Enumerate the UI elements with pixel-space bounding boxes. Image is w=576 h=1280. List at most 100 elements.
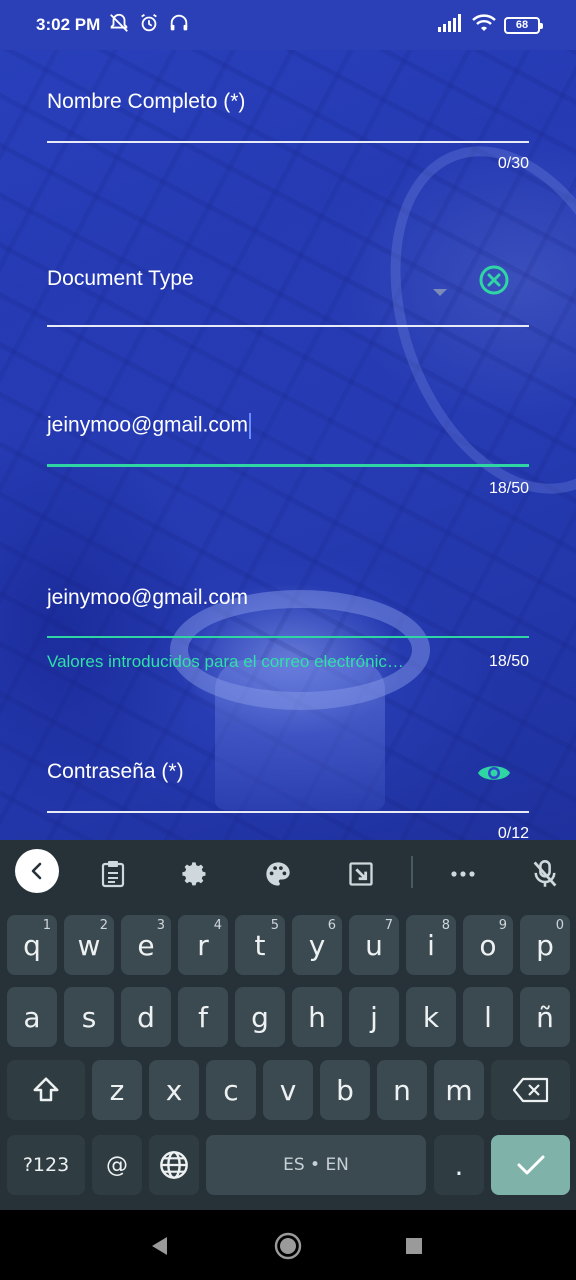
- key-i[interactable]: i8: [406, 915, 456, 975]
- key-hint: 2: [99, 918, 108, 933]
- key-c[interactable]: c: [206, 1060, 256, 1120]
- confirm-email-underline: [47, 636, 529, 638]
- key-d[interactable]: d: [121, 987, 171, 1047]
- key-hint: 3: [156, 918, 165, 933]
- at-key[interactable]: @: [92, 1135, 142, 1195]
- key-label: y: [308, 928, 326, 962]
- shift-arrow-icon: [33, 1077, 59, 1102]
- key-z[interactable]: z: [92, 1060, 142, 1120]
- key-p[interactable]: p0: [520, 915, 570, 975]
- key-x[interactable]: x: [149, 1060, 199, 1120]
- headset-icon: [168, 12, 190, 39]
- key-j[interactable]: j: [349, 987, 399, 1047]
- email-underline-focused: [47, 464, 529, 467]
- clipboard-icon[interactable]: [93, 854, 133, 894]
- resize-icon[interactable]: [341, 854, 381, 894]
- checkmark-icon: [517, 1155, 544, 1175]
- key-u[interactable]: u7: [349, 915, 399, 975]
- enter-key[interactable]: [491, 1135, 570, 1195]
- key-label: e: [137, 928, 155, 962]
- key-s[interactable]: s: [64, 987, 114, 1047]
- key-hint: 0: [555, 918, 564, 933]
- key-r[interactable]: r4: [178, 915, 228, 975]
- key-e[interactable]: e3: [121, 915, 171, 975]
- email-field[interactable]: jeinymoo@gmail.com 18/50: [47, 405, 529, 505]
- key-l[interactable]: l: [463, 987, 513, 1047]
- key-k[interactable]: k: [406, 987, 456, 1047]
- battery-icon: 68: [504, 16, 543, 34]
- soft-keyboard: q1 w2 e3 r4 t5 y6 u7 i8 o9 p0 a s d f g …: [0, 840, 576, 1210]
- password-field[interactable]: Contraseña (*) 0/12: [47, 750, 529, 842]
- full-name-counter: 0/30: [497, 155, 529, 172]
- space-key[interactable]: ES • EN: [206, 1135, 426, 1195]
- key-n-tilde[interactable]: ñ: [520, 987, 570, 1047]
- confirm-email-counter: 18/50: [488, 653, 529, 670]
- eye-icon[interactable]: [475, 756, 513, 790]
- full-name-placeholder: Nombre Completo (*): [47, 90, 246, 113]
- confirm-email-helper: Valores introducidos para el correo elec…: [47, 652, 404, 671]
- full-name-underline: [47, 141, 529, 143]
- key-hint: 6: [327, 918, 336, 933]
- period-key[interactable]: .: [434, 1135, 484, 1195]
- mic-off-icon[interactable]: [525, 854, 565, 894]
- key-hint: 9: [498, 918, 507, 933]
- document-type-select[interactable]: Document Type: [47, 255, 529, 335]
- key-hint: 5: [270, 918, 279, 933]
- status-right: 68: [438, 13, 543, 38]
- shift-key[interactable]: [7, 1060, 85, 1120]
- key-o[interactable]: o9: [463, 915, 513, 975]
- key-g[interactable]: g: [235, 987, 285, 1047]
- silent-notifications-icon: [108, 12, 130, 39]
- key-hint: 1: [42, 918, 51, 933]
- settings-icon[interactable]: [175, 854, 215, 894]
- key-label: w: [77, 928, 101, 962]
- key-n[interactable]: n: [377, 1060, 427, 1120]
- key-t[interactable]: t5: [235, 915, 285, 975]
- key-hint: 4: [213, 918, 222, 933]
- back-triangle-icon[interactable]: [143, 1230, 175, 1262]
- key-a[interactable]: a: [7, 987, 57, 1047]
- password-underline: [47, 811, 529, 813]
- key-f[interactable]: f: [178, 987, 228, 1047]
- signal-icon: [438, 13, 464, 37]
- system-navigation-bar: [0, 1210, 576, 1280]
- language-key[interactable]: [149, 1135, 199, 1195]
- clear-circle-icon[interactable]: [477, 263, 511, 297]
- backspace-key[interactable]: [491, 1060, 570, 1120]
- key-label: o: [479, 928, 497, 962]
- more-icon[interactable]: [443, 854, 483, 894]
- key-b[interactable]: b: [320, 1060, 370, 1120]
- symbols-key[interactable]: ?123: [7, 1135, 85, 1195]
- email-input[interactable]: jeinymoo@gmail.com: [47, 413, 252, 439]
- key-m[interactable]: m: [434, 1060, 484, 1120]
- key-label: u: [365, 928, 383, 962]
- key-y[interactable]: y6: [292, 915, 342, 975]
- key-label: t: [254, 928, 266, 962]
- email-value: jeinymoo@gmail.com: [47, 413, 249, 437]
- key-label: q: [23, 928, 41, 962]
- status-left: 3:02 PM: [36, 12, 190, 39]
- document-type-placeholder: Document Type: [47, 267, 194, 290]
- keyboard-toolbar: [0, 840, 576, 908]
- chevron-down-icon[interactable]: [433, 289, 447, 296]
- key-label: p: [536, 928, 554, 962]
- key-v[interactable]: v: [263, 1060, 313, 1120]
- key-w[interactable]: w2: [64, 915, 114, 975]
- confirm-email-field[interactable]: jeinymoo@gmail.com Valores introducidos …: [47, 578, 529, 678]
- key-label: i: [427, 928, 435, 962]
- password-counter: 0/12: [497, 825, 529, 842]
- password-placeholder: Contraseña (*): [47, 760, 184, 783]
- key-label: r: [197, 928, 209, 962]
- back-icon[interactable]: [15, 849, 59, 893]
- text-cursor: [249, 413, 252, 439]
- recents-square-icon[interactable]: [398, 1230, 430, 1262]
- key-hint: 8: [441, 918, 450, 933]
- palette-icon[interactable]: [258, 854, 298, 894]
- key-h[interactable]: h: [292, 987, 342, 1047]
- key-q[interactable]: q1: [7, 915, 57, 975]
- document-type-underline: [47, 325, 529, 327]
- home-circle-icon[interactable]: [272, 1230, 304, 1262]
- wifi-icon: [472, 13, 496, 38]
- full-name-field[interactable]: Nombre Completo (*) 0/30: [47, 80, 529, 180]
- confirm-email-value[interactable]: jeinymoo@gmail.com: [47, 586, 248, 610]
